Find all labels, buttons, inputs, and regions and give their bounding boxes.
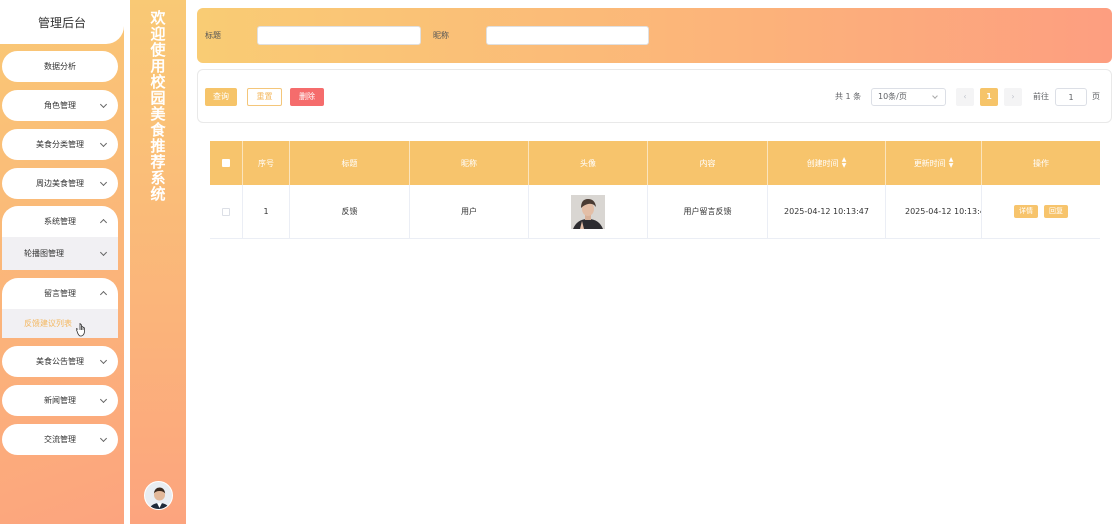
search-bar: 标题 昵称: [197, 8, 1112, 63]
prev-page-button[interactable]: ‹: [956, 88, 974, 106]
cell-created: 2025-04-12 10:13:47: [768, 185, 886, 238]
table-row: 1 反馈 用户 用户留言反馈 2025-04-12 10:13:47 2025-…: [210, 185, 1100, 239]
chevron-down-icon: [99, 248, 108, 257]
submenu-carousel-management[interactable]: 轮播图管理: [2, 237, 118, 270]
next-page-button[interactable]: ›: [1004, 88, 1022, 106]
cell-updated: 2025-04-12 10:13:4: [886, 185, 982, 238]
row-select-cell: [210, 185, 243, 238]
user-avatar[interactable]: [144, 481, 173, 510]
page-unit-label: 页: [1092, 92, 1100, 101]
avatar-portrait-icon: [145, 482, 172, 509]
pagination-total: 共 1 条: [835, 92, 862, 101]
detail-button[interactable]: 详情: [1014, 205, 1038, 218]
goto-label: 前往: [1033, 92, 1049, 101]
cell-index: 1: [243, 185, 290, 238]
chevron-down-icon: [932, 93, 938, 99]
header-nickname: 昵称: [410, 141, 529, 185]
header-index: 序号: [243, 141, 290, 185]
header-created[interactable]: 创建时间 ▲ ▼: [768, 141, 886, 185]
row-checkbox[interactable]: [222, 207, 230, 216]
menu-item-label: 数据分析: [44, 62, 76, 71]
submenu-feedback-list[interactable]: 反馈建议列表: [2, 309, 118, 338]
goto-page-input[interactable]: [1055, 88, 1087, 106]
reply-button[interactable]: 回复: [1044, 205, 1068, 218]
title-filter-input[interactable]: [257, 26, 421, 45]
menu-item-food-category[interactable]: 美食分类管理: [2, 129, 118, 160]
header-actions: 操作: [1033, 158, 1049, 168]
row-avatar-image: [571, 194, 605, 229]
sidebar: 管理后台 数据分析 角色管理 美食分类管理 周边美食管理 系统管理 轮播图管理: [0, 0, 124, 524]
page-number-current[interactable]: 1: [980, 88, 998, 106]
menu-item-food-notice[interactable]: 美食公告管理: [2, 346, 118, 377]
cell-avatar: [529, 185, 648, 238]
header-avatar: 头像: [529, 141, 648, 185]
menu-item-message-management[interactable]: 留言管理: [2, 278, 118, 309]
menu-item-news[interactable]: 新闻管理: [2, 385, 118, 416]
header-title: 标题: [290, 141, 410, 185]
menu-group-system: 系统管理 轮播图管理: [2, 206, 118, 270]
sort-icon[interactable]: ▲ ▼: [842, 157, 847, 169]
header-content: 内容: [648, 141, 768, 185]
hand-cursor-icon: [76, 323, 85, 337]
menu-item-data-analysis[interactable]: 数据分析: [2, 51, 118, 82]
title-strip: 欢迎使用校园美食推荐系统: [130, 0, 186, 524]
submenu-label: 反馈建议列表: [24, 319, 72, 328]
nickname-filter-label: 昵称: [433, 31, 449, 40]
menu-item-nearby-food[interactable]: 周边美食管理: [2, 168, 118, 199]
search-button[interactable]: 查询: [205, 88, 237, 106]
cell-content: 用户留言反馈: [648, 185, 768, 238]
delete-button[interactable]: 删除: [290, 88, 324, 106]
cell-nickname: 用户: [410, 185, 529, 238]
header-updated[interactable]: 更新时间 ▲ ▼: [886, 141, 982, 185]
sidebar-title: 管理后台: [0, 0, 124, 44]
data-table: 序号 标题 昵称 头像 内容 创建时间 ▲ ▼ 更新时间 ▲ ▼ 操作 1 反馈 用…: [210, 141, 1100, 239]
nickname-filter-input[interactable]: [486, 26, 649, 45]
cell-actions: 详情 回复: [982, 185, 1100, 238]
menu-item-exchange[interactable]: 交流管理: [2, 424, 118, 455]
sort-icon[interactable]: ▲ ▼: [949, 157, 954, 169]
menu-item-system-management[interactable]: 系统管理: [2, 206, 118, 237]
header-updated-label: 更新时间: [913, 158, 946, 168]
menu-group-message: 留言管理 反馈建议列表: [2, 278, 118, 338]
app-title-text: 欢迎使用校园美食推荐系统: [148, 10, 167, 202]
table-header: 序号 标题 昵称 头像 内容 创建时间 ▲ ▼ 更新时间 ▲ ▼ 操作: [210, 141, 1100, 185]
title-filter-label: 标题: [205, 31, 221, 40]
reset-button[interactable]: 重置: [247, 88, 282, 106]
page-size-value: 10条/页: [878, 92, 907, 101]
select-all-cell: [210, 141, 243, 185]
header-created-label: 创建时间: [806, 158, 839, 168]
app-root: 管理后台 数据分析 角色管理 美食分类管理 周边美食管理 系统管理 轮播图管理: [0, 0, 1119, 524]
toolbar: 查询 重置 删除 共 1 条 10条/页 ‹ 1 › 前往 页: [197, 69, 1112, 123]
menu-item-role-management[interactable]: 角色管理: [2, 90, 118, 121]
page-size-select[interactable]: 10条/页: [871, 88, 946, 106]
cell-title: 反馈: [290, 185, 410, 238]
submenu-label: 轮播图管理: [24, 249, 64, 258]
select-all-checkbox[interactable]: [222, 159, 230, 167]
app-title: 欢迎使用校园美食推荐系统: [130, 10, 186, 202]
